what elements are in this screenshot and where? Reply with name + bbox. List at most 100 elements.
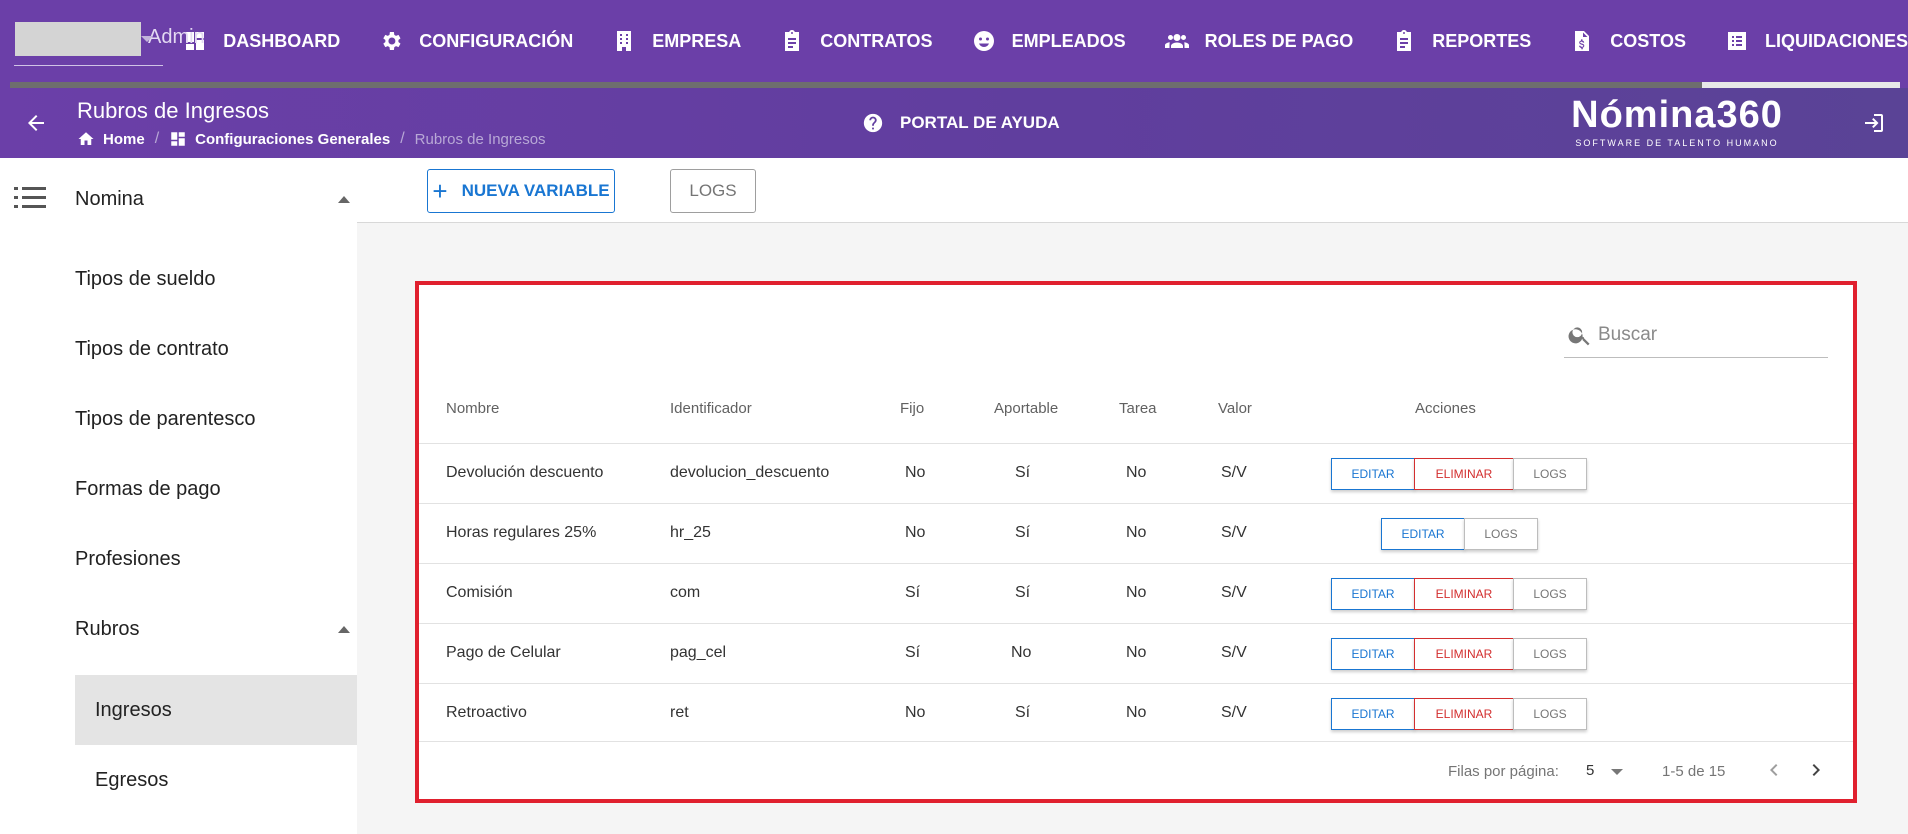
logout-button[interactable] [1862, 111, 1886, 135]
cell-nombre: Horas regulares 25% [446, 524, 597, 541]
income-items-table-card: Nombre Identificador Fijo Aportable Tare… [415, 281, 1857, 803]
help-portal-link[interactable]: PORTAL DE AYUDA [862, 112, 1060, 134]
sidebar-group-nomina[interactable]: Nomina [75, 188, 144, 211]
row-actions: EDITAR ELIMINAR LOGS [1331, 698, 1587, 730]
chevron-up-icon[interactable] [338, 196, 350, 203]
column-header-valor[interactable]: Valor [1218, 400, 1252, 417]
column-header-acciones: Acciones [1415, 400, 1476, 417]
page-title: Rubros de Ingresos [77, 98, 269, 123]
nav-configuracion[interactable]: CONFIGURACIÓN [379, 19, 573, 63]
page-range: 1-5 de 15 [1662, 763, 1726, 780]
list-menu-icon [14, 187, 46, 208]
help-label: PORTAL DE AYUDA [900, 113, 1060, 132]
nav-dashboard[interactable]: DASHBOARD [183, 19, 340, 63]
breadcrumb-current: Rubros de Ingresos [414, 130, 546, 148]
sidebar-item-tipos-de-contrato[interactable]: Tipos de contrato [75, 338, 229, 361]
cell-fijo: Sí [905, 644, 921, 661]
cell-aportable: Sí [1015, 704, 1031, 721]
nav-costos[interactable]: COSTOS [1570, 19, 1686, 63]
column-header-tarea[interactable]: Tarea [1119, 400, 1157, 417]
help-icon [863, 113, 883, 133]
nav-label: EMPLEADOS [1011, 30, 1126, 51]
building-icon [617, 31, 632, 51]
sidebar-group-rubros[interactable]: Rubros [75, 618, 139, 641]
nav-label: REPORTES [1432, 30, 1532, 51]
chevron-up-icon[interactable] [338, 626, 350, 633]
row-actions: EDITAR LOGS [1381, 518, 1538, 550]
breadcrumb-home-label: Home [103, 130, 145, 148]
search-field[interactable] [1564, 314, 1828, 358]
cell-identificador: devolucion_descuento [670, 464, 830, 481]
rows-per-page-label: Filas por página: [1448, 763, 1559, 780]
search-input[interactable] [1598, 318, 1824, 352]
logs-button[interactable]: LOGS [670, 169, 756, 213]
sidebar: Nomina Tipos de sueldo Tipos de contrato… [0, 158, 357, 834]
gear-icon [383, 32, 401, 50]
document-dollar-icon [1575, 31, 1590, 51]
nav-empleados[interactable]: EMPLEADOS [972, 19, 1126, 63]
cell-valor: S/V [1221, 464, 1247, 481]
user-name: Admin [148, 26, 205, 48]
new-variable-button[interactable]: + NUEVA VARIABLE [427, 169, 615, 213]
nav-roles-de-pago[interactable]: ROLES DE PAGO [1164, 19, 1353, 63]
delete-button[interactable]: ELIMINAR [1414, 638, 1514, 670]
sidebar-item-formas-de-pago[interactable]: Formas de pago [75, 478, 221, 501]
row-logs-button[interactable]: LOGS [1513, 698, 1587, 730]
column-header-identificador[interactable]: Identificador [670, 400, 752, 417]
cell-tarea: No [1126, 464, 1147, 481]
clipboard-icon [1397, 30, 1412, 51]
sidebar-item-tipos-de-parentesco[interactable]: Tipos de parentesco [75, 408, 255, 431]
edit-button[interactable]: EDITAR [1331, 638, 1415, 670]
next-page-button[interactable] [1804, 758, 1828, 782]
edit-button[interactable]: EDITAR [1331, 458, 1415, 490]
nav-liquidaciones[interactable]: LIQUIDACIONES [1725, 19, 1908, 63]
breadcrumb-section[interactable]: Configuraciones Generales [169, 130, 390, 148]
table-row: Comisión com Sí Sí No S/V EDITAR ELIMINA… [419, 563, 1853, 623]
cell-fijo: Sí [905, 584, 921, 601]
sidebar-item-egresos[interactable]: Egresos [75, 745, 357, 815]
sidebar-item-tipos-de-sueldo[interactable]: Tipos de sueldo [75, 268, 215, 291]
rows-per-page-select[interactable]: 5 [1586, 762, 1594, 779]
nav-reportes[interactable]: REPORTES [1392, 19, 1531, 63]
table-pagination: Filas por página: 5 1-5 de 15 [419, 741, 1853, 799]
row-logs-button[interactable]: LOGS [1513, 578, 1587, 610]
nav-label: CONFIGURACIÓN [419, 30, 574, 51]
page-header: Rubros de Ingresos Home / Configuracione… [0, 88, 1908, 158]
column-header-fijo[interactable]: Fijo [900, 400, 924, 417]
edit-button[interactable]: EDITAR [1331, 578, 1415, 610]
edit-button[interactable]: EDITAR [1381, 518, 1465, 550]
user-selector[interactable]: Admin [14, 16, 205, 66]
edit-button[interactable]: EDITAR [1331, 698, 1415, 730]
menu-toggle-button[interactable] [14, 186, 46, 210]
dashboard-icon [171, 132, 185, 146]
main-nav: DASHBOARD CONFIGURACIÓN EMPRESA CONTRATO… [183, 19, 1908, 63]
cell-nombre: Pago de Celular [446, 644, 561, 661]
list-icon [1727, 32, 1746, 50]
row-actions: EDITAR ELIMINAR LOGS [1331, 458, 1587, 490]
column-header-nombre[interactable]: Nombre [446, 400, 499, 417]
delete-button[interactable]: ELIMINAR [1414, 458, 1514, 490]
previous-page-button[interactable] [1762, 758, 1786, 782]
new-variable-label: NUEVA VARIABLE [461, 181, 610, 200]
column-header-aportable[interactable]: Aportable [994, 400, 1058, 417]
cell-valor: S/V [1221, 644, 1247, 661]
nav-empresa[interactable]: EMPRESA [612, 19, 741, 63]
row-logs-button[interactable]: LOGS [1513, 458, 1587, 490]
breadcrumb-home[interactable]: Home [77, 130, 145, 148]
logo-tagline: SOFTWARE DE TALENTO HUMANO [1575, 138, 1779, 148]
search-icon [1568, 327, 1590, 346]
delete-button[interactable]: ELIMINAR [1414, 698, 1514, 730]
nav-contratos[interactable]: CONTRATOS [780, 19, 933, 63]
row-logs-button[interactable]: LOGS [1464, 518, 1538, 550]
sidebar-item-ingresos[interactable]: Ingresos [75, 675, 357, 745]
plus-icon: + [432, 176, 448, 206]
cell-nombre: Devolución descuento [446, 464, 604, 481]
sidebar-item-profesiones[interactable]: Profesiones [75, 548, 181, 571]
back-button[interactable] [24, 111, 48, 135]
cell-aportable: Sí [1015, 584, 1031, 601]
chevron-down-icon[interactable] [1611, 769, 1623, 775]
row-logs-button[interactable]: LOGS [1513, 638, 1587, 670]
delete-button[interactable]: ELIMINAR [1414, 578, 1514, 610]
cell-identificador: com [670, 584, 701, 601]
cell-valor: S/V [1221, 524, 1247, 541]
